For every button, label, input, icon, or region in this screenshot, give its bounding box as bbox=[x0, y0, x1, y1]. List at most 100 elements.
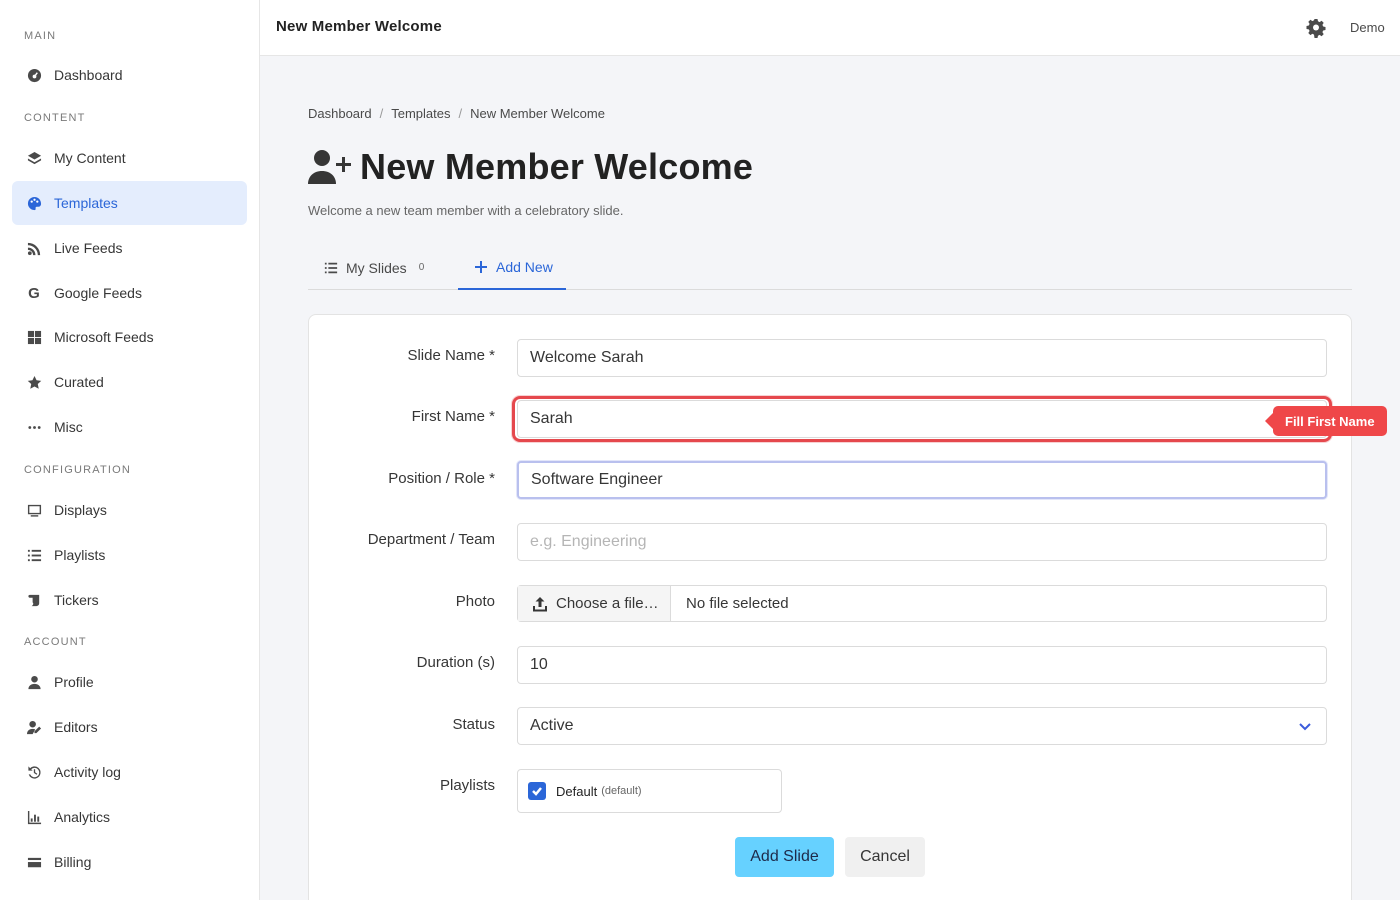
sidebar-item-label: Curated bbox=[54, 374, 104, 390]
sidebar-item-misc[interactable]: Misc bbox=[12, 405, 247, 449]
layers-icon bbox=[26, 150, 42, 166]
sidebar-item-label: My Content bbox=[54, 150, 126, 166]
sidebar-item-label: Displays bbox=[54, 502, 107, 518]
breadcrumb-templates[interactable]: Templates bbox=[391, 106, 450, 121]
sidebar-item-displays[interactable]: Displays bbox=[12, 488, 247, 532]
sidebar-item-google-feeds[interactable]: G Google Feeds bbox=[12, 271, 247, 315]
list-icon bbox=[26, 547, 42, 563]
playlist-default-tag: (default) bbox=[601, 785, 642, 797]
section-label-configuration: CONFIGURATION bbox=[24, 464, 132, 476]
page-title-text: New Member Welcome bbox=[360, 146, 754, 187]
tabs: My Slides 0 Add New bbox=[308, 246, 1352, 290]
sidebar-item-analytics[interactable]: Analytics bbox=[12, 795, 247, 839]
choose-file-label: Choose a file… bbox=[556, 595, 659, 612]
breadcrumb-separator: / bbox=[458, 106, 463, 121]
sidebar-item-label: Playlists bbox=[54, 547, 106, 563]
sidebar-item-label: Google Feeds bbox=[54, 285, 142, 301]
position-label: Position / Role * bbox=[388, 470, 495, 487]
sidebar-item-dashboard[interactable]: Dashboard bbox=[12, 53, 247, 97]
department-label: Department / Team bbox=[367, 531, 495, 548]
gear-icon[interactable] bbox=[1306, 18, 1326, 38]
department-input[interactable]: e.g. Engineering bbox=[517, 523, 1327, 561]
playlist-checkbox[interactable] bbox=[528, 782, 546, 800]
file-name: No file selected bbox=[686, 595, 789, 612]
tab-label: My Slides bbox=[346, 259, 407, 276]
palette-icon bbox=[26, 195, 42, 211]
first-name-label: First Name * bbox=[411, 408, 495, 425]
sidebar-item-playlists[interactable]: Playlists bbox=[12, 533, 247, 577]
add-slide-button[interactable]: Add Slide bbox=[735, 837, 834, 877]
history-icon bbox=[26, 764, 42, 780]
section-label-content: CONTENT bbox=[24, 112, 86, 124]
sidebar-item-editors[interactable]: Editors bbox=[12, 705, 247, 749]
sidebar-item-label: Editors bbox=[54, 719, 98, 735]
scroll-icon bbox=[26, 592, 42, 608]
page-subtitle: Welcome a new team member with a celebra… bbox=[308, 203, 624, 218]
chart-icon bbox=[26, 809, 42, 825]
sidebar-item-label: Live Feeds bbox=[54, 240, 123, 256]
first-name-input[interactable]: Sarah bbox=[517, 400, 1327, 438]
rss-icon bbox=[26, 240, 42, 256]
sidebar-item-my-content[interactable]: My Content bbox=[12, 136, 247, 180]
windows-icon bbox=[26, 329, 42, 345]
chevron-down-icon bbox=[1297, 718, 1313, 734]
tab-add-new[interactable]: Add New bbox=[458, 246, 566, 290]
sidebar-item-templates[interactable]: Templates bbox=[12, 181, 247, 225]
tab-label: Add New bbox=[496, 259, 553, 275]
playlist-option: Default (default) bbox=[517, 769, 782, 813]
sidebar-item-tickers[interactable]: Tickers bbox=[12, 578, 247, 622]
sidebar-item-label: Dashboard bbox=[54, 67, 123, 83]
user-menu[interactable]: Demo bbox=[1350, 20, 1385, 35]
page-title: New Member Welcome bbox=[308, 146, 753, 188]
breadcrumb-dashboard[interactable]: Dashboard bbox=[308, 106, 372, 121]
sidebar-item-billing[interactable]: Billing bbox=[12, 840, 247, 884]
sidebar-item-label: Billing bbox=[54, 854, 92, 870]
slide-name-label: Slide Name * bbox=[407, 347, 495, 364]
breadcrumb-current: New Member Welcome bbox=[470, 106, 605, 121]
status-select[interactable]: Active bbox=[517, 707, 1327, 745]
cancel-button[interactable]: Cancel bbox=[845, 837, 925, 877]
user-icon bbox=[26, 674, 42, 690]
duration-input[interactable]: 10 bbox=[517, 646, 1327, 684]
sidebar-item-label: Templates bbox=[54, 195, 118, 211]
position-input[interactable]: Software Engineer bbox=[517, 461, 1327, 499]
sidebar-item-label: Tickers bbox=[54, 592, 99, 608]
plus-icon bbox=[474, 260, 488, 274]
sidebar-item-live-feeds[interactable]: Live Feeds bbox=[12, 226, 247, 270]
star-icon bbox=[26, 374, 42, 390]
choose-file-button[interactable]: Choose a file… bbox=[518, 586, 671, 621]
sidebar-item-label: Profile bbox=[54, 674, 94, 690]
sidebar-item-curated[interactable]: Curated bbox=[12, 360, 247, 404]
section-label-main: MAIN bbox=[24, 30, 57, 42]
google-icon: G bbox=[28, 284, 40, 302]
gauge-icon bbox=[26, 67, 42, 83]
user-plus-icon bbox=[308, 149, 352, 185]
tab-my-slides[interactable]: My Slides 0 bbox=[324, 246, 424, 289]
upload-icon bbox=[533, 596, 547, 611]
sidebar-item-label: Microsoft Feeds bbox=[54, 329, 154, 345]
sidebar-item-activity-log[interactable]: Activity log bbox=[12, 750, 247, 794]
ellipsis-icon bbox=[26, 419, 42, 435]
topbar-title: New Member Welcome bbox=[276, 18, 442, 35]
breadcrumb: Dashboard / Templates / New Member Welco… bbox=[308, 106, 605, 121]
photo-file-input: Choose a file… No file selected bbox=[517, 585, 1327, 622]
playlist-name: Default bbox=[556, 783, 598, 799]
slide-name-input[interactable]: Welcome Sarah bbox=[517, 339, 1327, 377]
hint-tooltip: Fill First Name bbox=[1265, 406, 1387, 436]
sidebar: MAIN Dashboard CONTENT My Content Templa… bbox=[0, 0, 260, 900]
sidebar-item-label: Misc bbox=[54, 419, 83, 435]
sidebar-item-profile[interactable]: Profile bbox=[12, 660, 247, 704]
status-label: Status bbox=[452, 716, 495, 733]
section-label-account: ACCOUNT bbox=[24, 636, 87, 648]
duration-label: Duration (s) bbox=[416, 654, 495, 671]
list-icon bbox=[324, 261, 338, 275]
slide-count-badge: 0 bbox=[418, 262, 425, 273]
breadcrumb-separator: / bbox=[379, 106, 384, 121]
sidebar-item-label: Activity log bbox=[54, 764, 121, 780]
playlists-label: Playlists bbox=[439, 777, 495, 794]
topbar: New Member Welcome Demo bbox=[260, 0, 1400, 56]
sidebar-item-microsoft-feeds[interactable]: Microsoft Feeds bbox=[12, 315, 247, 359]
check-icon bbox=[532, 787, 542, 796]
monitor-icon bbox=[26, 502, 42, 518]
sidebar-item-label: Analytics bbox=[54, 809, 111, 825]
